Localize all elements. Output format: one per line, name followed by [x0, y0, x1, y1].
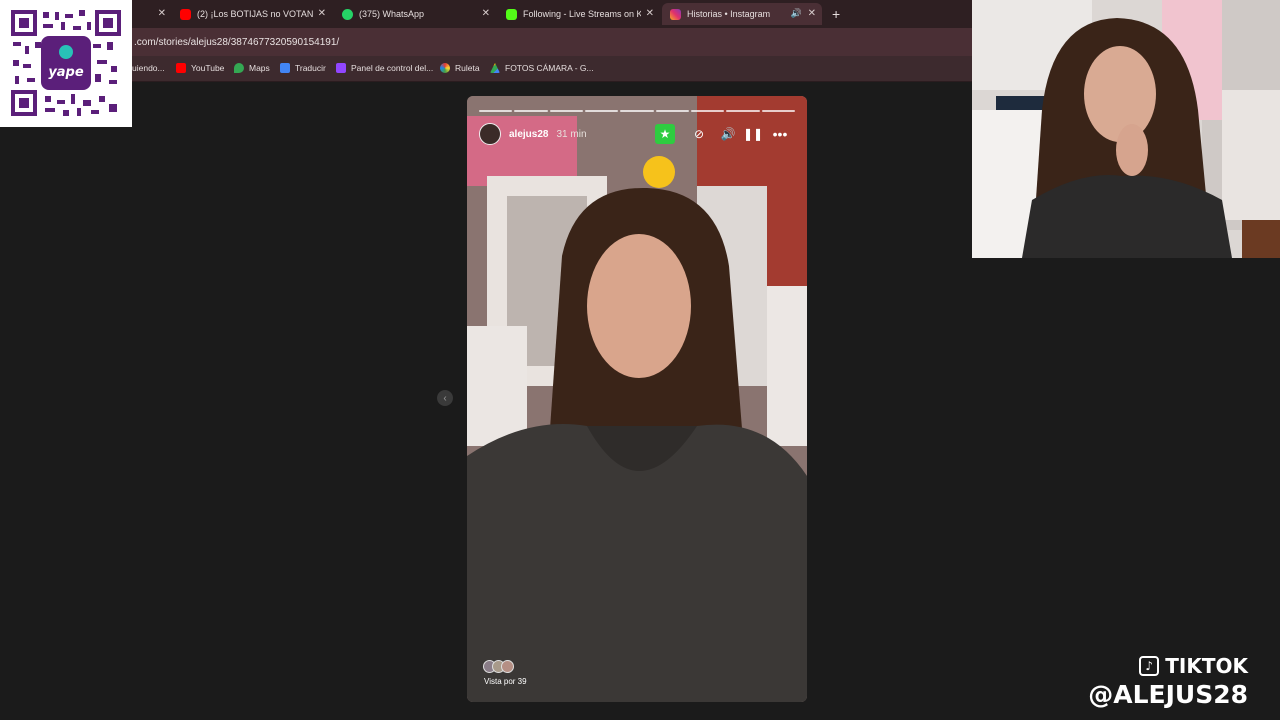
bookmark-translate[interactable]: Traducir — [280, 63, 326, 73]
webcam-image — [972, 0, 1280, 258]
bookmarks-bar: uiendo... YouTube Maps Traducir Panel de… — [0, 56, 972, 82]
kick-icon — [506, 8, 517, 20]
instagram-story[interactable]: alejus28 31 min ★ ⊘ 🔊 ❚❚ ••• Vista por 3… — [467, 96, 807, 702]
bookmark-label: Panel de control del... — [351, 63, 434, 73]
bookmark-dashboard[interactable]: Panel de control del... — [336, 63, 433, 73]
tab-close-icon[interactable]: ✕ — [318, 8, 326, 19]
address-bar[interactable]: .com/stories/alejus28/387467732059015419… — [0, 28, 972, 56]
story-progress-segment — [761, 110, 795, 112]
youtube-icon — [176, 63, 186, 73]
dashboard-icon — [336, 63, 346, 73]
bookmark-drive[interactable]: FOTOS CÁMARA - G... — [490, 63, 594, 73]
drive-icon — [490, 63, 500, 73]
translate-icon — [280, 63, 290, 73]
tab-kick[interactable]: Following - Live Streams on Kic ✕ — [498, 3, 660, 25]
bookmark-youtube[interactable]: YouTube — [176, 63, 224, 73]
volume-button[interactable]: 🔊 — [718, 124, 738, 144]
tab-partial[interactable]: ✕ — [132, 3, 172, 25]
tab-label: (2) ¡Los BOTIJAS no VOTAN — [197, 9, 314, 19]
instagram-icon — [670, 8, 681, 20]
story-progress-bar — [479, 110, 795, 112]
bookmark-label: uiendo... — [132, 63, 165, 73]
speaker-icon[interactable]: 🔊 — [791, 8, 802, 19]
story-username[interactable]: alejus28 — [509, 129, 548, 140]
yape-logo: yape — [48, 65, 84, 80]
browser-tab-bar: ✕ (2) ¡Los BOTIJAS no VOTAN ✕ (375) What… — [0, 0, 972, 28]
more-options-button[interactable]: ••• — [770, 124, 790, 144]
viewer-avatar — [501, 660, 514, 673]
story-header: alejus28 31 min — [479, 122, 587, 146]
tab-whatsapp[interactable]: (375) WhatsApp ✕ — [334, 3, 496, 25]
bookmark-label: Maps — [249, 63, 270, 73]
bookmark-label: FOTOS CÁMARA - G... — [505, 63, 594, 73]
bookmark-label: YouTube — [191, 63, 225, 73]
story-video — [467, 96, 807, 702]
story-time: 31 min — [556, 128, 587, 140]
bookmark-item[interactable]: uiendo... — [132, 63, 165, 73]
tab-label: Following - Live Streams on Kic — [523, 9, 641, 19]
tiktok-label: TIKTOK — [1165, 654, 1248, 678]
tab-close-icon[interactable]: ✕ — [808, 8, 816, 19]
bookmark-label: Ruleta — [455, 63, 480, 73]
maps-icon — [234, 63, 244, 73]
viewer-avatars[interactable] — [483, 660, 514, 673]
new-tab-button[interactable]: + — [832, 6, 840, 22]
pause-button[interactable]: ❚❚ — [743, 124, 763, 144]
tiktok-handle: @ALEJUS28 — [1088, 680, 1248, 709]
story-progress-segment — [655, 110, 689, 112]
story-progress-segment — [514, 110, 548, 112]
whatsapp-icon — [342, 8, 353, 20]
url-text[interactable]: .com/stories/alejus28/387467732059015419… — [134, 37, 339, 48]
muted-video-icon: ⊘ — [693, 127, 705, 141]
bookmark-label: Traducir — [295, 63, 326, 73]
tab-youtube[interactable]: (2) ¡Los BOTIJAS no VOTAN ✕ — [172, 3, 332, 25]
bookmark-maps[interactable]: Maps — [234, 63, 270, 73]
bookmark-ruleta[interactable]: Ruleta — [440, 63, 480, 73]
tab-instagram[interactable]: Historias • Instagram 🔊 ✕ — [662, 3, 822, 25]
tiktok-overlay: ♪ TIKTOK @ALEJUS28 — [1088, 654, 1248, 709]
qr-code-icon: yape — [9, 8, 123, 118]
youtube-icon — [180, 8, 191, 20]
wheel-icon — [440, 63, 450, 73]
story-progress-segment — [479, 110, 513, 112]
tab-close-icon[interactable]: ✕ — [482, 8, 490, 19]
tab-label: Historias • Instagram — [687, 9, 771, 19]
tab-label: (375) WhatsApp — [359, 9, 425, 19]
story-progress-segment — [690, 110, 725, 112]
webcam-feed — [972, 0, 1280, 258]
close-friends-star-icon: ★ — [655, 124, 675, 144]
story-progress-segment — [549, 110, 583, 112]
qr-code: yape — [0, 0, 132, 127]
story-progress-segment — [584, 110, 619, 112]
story-progress-segment — [620, 110, 654, 112]
seen-by-count[interactable]: Vista por 39 — [484, 677, 527, 686]
stream-screen: ✕ (2) ¡Los BOTIJAS no VOTAN ✕ (375) What… — [0, 0, 1280, 720]
tab-close-icon[interactable]: ✕ — [158, 8, 166, 19]
tab-close-icon[interactable]: ✕ — [646, 8, 654, 19]
avatar[interactable] — [479, 123, 501, 145]
tiktok-icon: ♪ — [1139, 656, 1160, 676]
story-progress-segment — [726, 110, 760, 112]
previous-story-button[interactable]: ‹ — [437, 390, 453, 406]
